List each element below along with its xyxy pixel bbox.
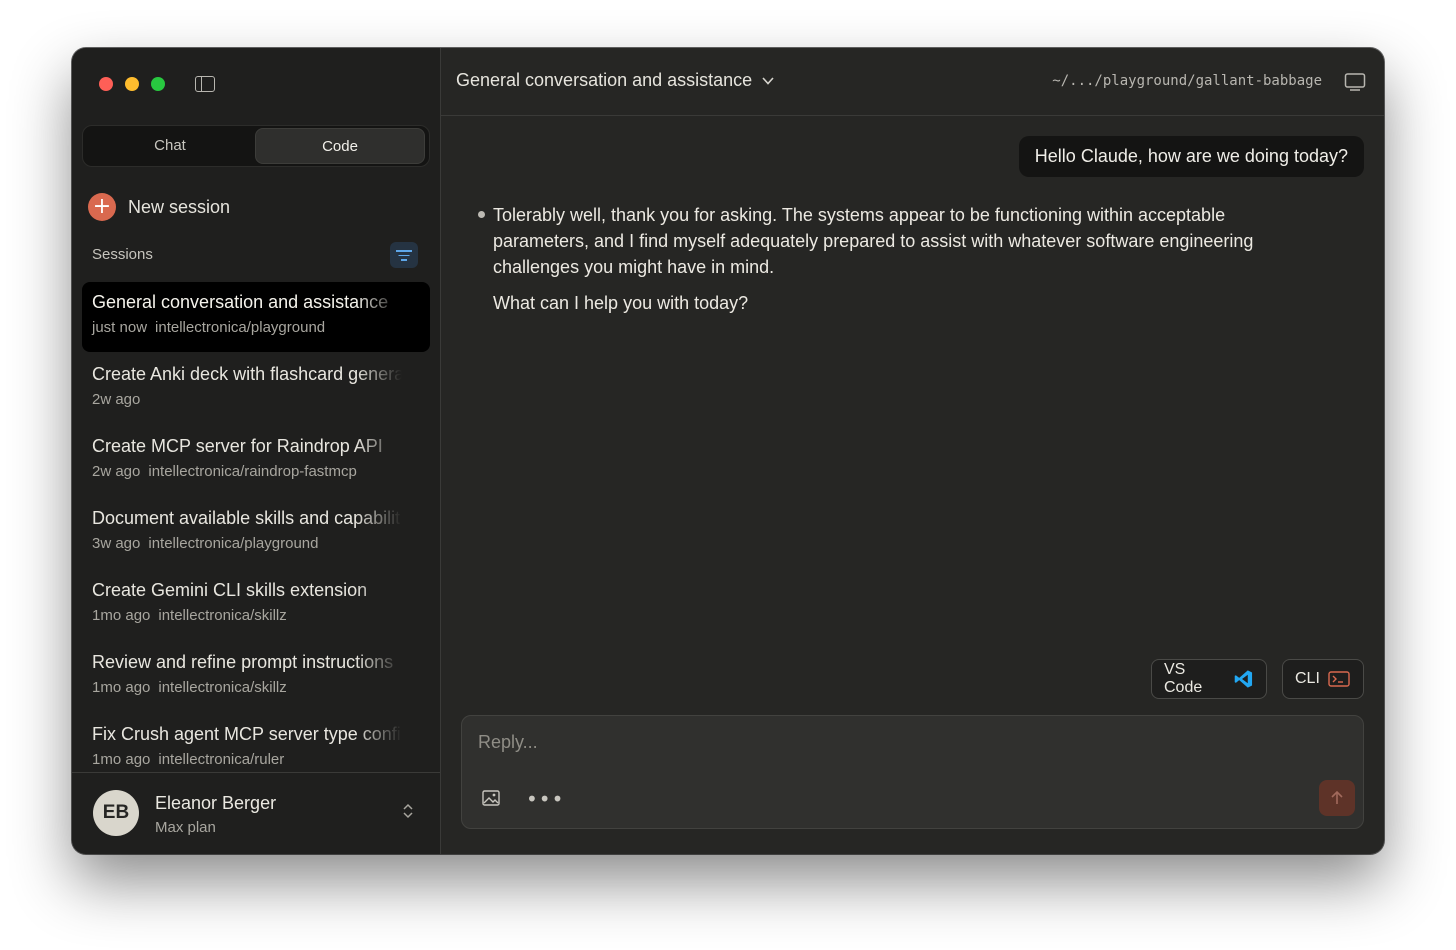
session-title: Create Anki deck with flashcard generato… <box>92 364 402 384</box>
session-title: Review and refine prompt instructions <box>92 652 394 672</box>
more-icon[interactable]: ••• <box>526 787 564 811</box>
session-title: Fix Crush agent MCP server type config <box>92 724 402 744</box>
reply-input[interactable] <box>478 732 1338 753</box>
session-title: Create MCP server for Raindrop API <box>92 436 383 456</box>
session-item[interactable]: Create Anki deck with flashcard generato… <box>82 354 430 424</box>
session-title: Create Gemini CLI skills extension <box>92 580 368 600</box>
session-item[interactable]: General conversation and assistance just… <box>82 282 430 352</box>
session-title: Document available skills and capabiliti… <box>92 508 402 528</box>
profile-menu[interactable]: EB Eleanor Berger Max plan <box>72 772 440 854</box>
assistant-bullet-icon <box>478 211 485 218</box>
chevron-down-icon <box>762 76 774 85</box>
session-meta: 2w ago <box>92 391 430 408</box>
window-controls <box>99 77 165 91</box>
plus-icon: + <box>88 193 116 221</box>
session-meta: 3w ago intellectronica/playground <box>92 535 430 552</box>
session-time: just now <box>92 319 148 336</box>
session-time: 1mo ago <box>92 607 151 624</box>
sessions-heading: Sessions <box>92 246 153 263</box>
profile-name: Eleanor Berger <box>155 793 277 813</box>
main-panel: General conversation and assistance ~/..… <box>441 48 1384 854</box>
sidebar-toggle-icon[interactable] <box>195 76 215 92</box>
assistant-message: Tolerably well, thank you for asking. Th… <box>493 202 1323 326</box>
session-item[interactable]: Create MCP server for Raindrop API 2w ag… <box>82 426 430 496</box>
session-list: General conversation and assistance just… <box>82 282 430 772</box>
session-meta: 1mo ago intellectronica/skillz <box>92 607 430 624</box>
session-item[interactable]: Document available skills and capabiliti… <box>82 498 430 568</box>
session-item[interactable]: Review and refine prompt instructions 1m… <box>82 642 430 712</box>
session-repo: intellectronica/ruler <box>158 751 285 768</box>
session-item[interactable]: Fix Crush agent MCP server type config 1… <box>82 714 430 772</box>
session-time: 3w ago <box>92 535 141 552</box>
send-button[interactable] <box>1319 780 1355 816</box>
session-repo: intellectronica/playground <box>155 319 326 336</box>
conversation-title: General conversation and assistance <box>456 70 753 90</box>
avatar: EB <box>93 790 139 836</box>
session-meta: 2w ago intellectronica/raindrop-fastmcp <box>92 463 430 480</box>
vscode-icon <box>1234 670 1253 688</box>
user-message: Hello Claude, how are we doing today? <box>1018 136 1364 177</box>
session-meta: 1mo ago intellectronica/skillz <box>92 679 430 696</box>
new-session-label: New session <box>128 196 231 217</box>
cli-label: CLI <box>1295 670 1320 687</box>
working-directory-path: ~/.../playground/gallant-babbage <box>1052 73 1322 89</box>
arrow-up-icon <box>1331 790 1343 804</box>
topbar: General conversation and assistance ~/..… <box>441 48 1384 116</box>
vscode-label: VS Code <box>1164 661 1203 696</box>
session-title: General conversation and assistance <box>92 292 389 312</box>
open-cli-button[interactable]: CLI <box>1282 659 1364 699</box>
open-vscode-button[interactable]: VS Code <box>1151 659 1267 699</box>
tab-code[interactable]: Code <box>255 128 425 164</box>
maximize-window-button[interactable] <box>151 77 165 91</box>
tab-chat[interactable]: Chat <box>85 128 255 164</box>
session-time: 2w ago <box>92 391 141 408</box>
mode-switch: Chat Code <box>82 125 430 167</box>
session-repo: intellectronica/skillz <box>158 679 287 696</box>
assistant-paragraph: Tolerably well, thank you for asking. Th… <box>493 205 1254 277</box>
profile-plan: Max plan <box>155 819 216 836</box>
session-repo: intellectronica/playground <box>148 535 319 552</box>
minimize-window-button[interactable] <box>125 77 139 91</box>
session-meta: 1mo ago intellectronica/ruler <box>92 751 430 768</box>
session-repo: intellectronica/raindrop-fastmcp <box>148 463 357 480</box>
session-repo: intellectronica/skillz <box>158 607 287 624</box>
monitor-icon[interactable] <box>1344 72 1366 92</box>
sidebar: Chat Code + New session Sessions General… <box>72 48 441 854</box>
session-time: 1mo ago <box>92 751 151 768</box>
filter-icon[interactable] <box>390 242 418 268</box>
session-meta: just now intellectronica/playground <box>92 319 430 336</box>
chevron-updown-svg <box>403 803 413 819</box>
app-window: Chat Code + New session Sessions General… <box>72 48 1384 854</box>
session-time: 1mo ago <box>92 679 151 696</box>
session-time: 2w ago <box>92 463 141 480</box>
image-icon[interactable] <box>482 790 500 806</box>
close-window-button[interactable] <box>99 77 113 91</box>
composer: ••• <box>461 715 1364 829</box>
conversation-title-dropdown[interactable]: General conversation and assistance <box>456 70 776 91</box>
chevron-updown-icon <box>402 802 414 821</box>
assistant-paragraph: What can I help you with today? <box>493 293 749 313</box>
terminal-icon <box>1328 671 1350 687</box>
session-item[interactable]: Create Gemini CLI skills extension 1mo a… <box>82 570 430 640</box>
new-session-button[interactable]: + New session <box>88 193 230 221</box>
